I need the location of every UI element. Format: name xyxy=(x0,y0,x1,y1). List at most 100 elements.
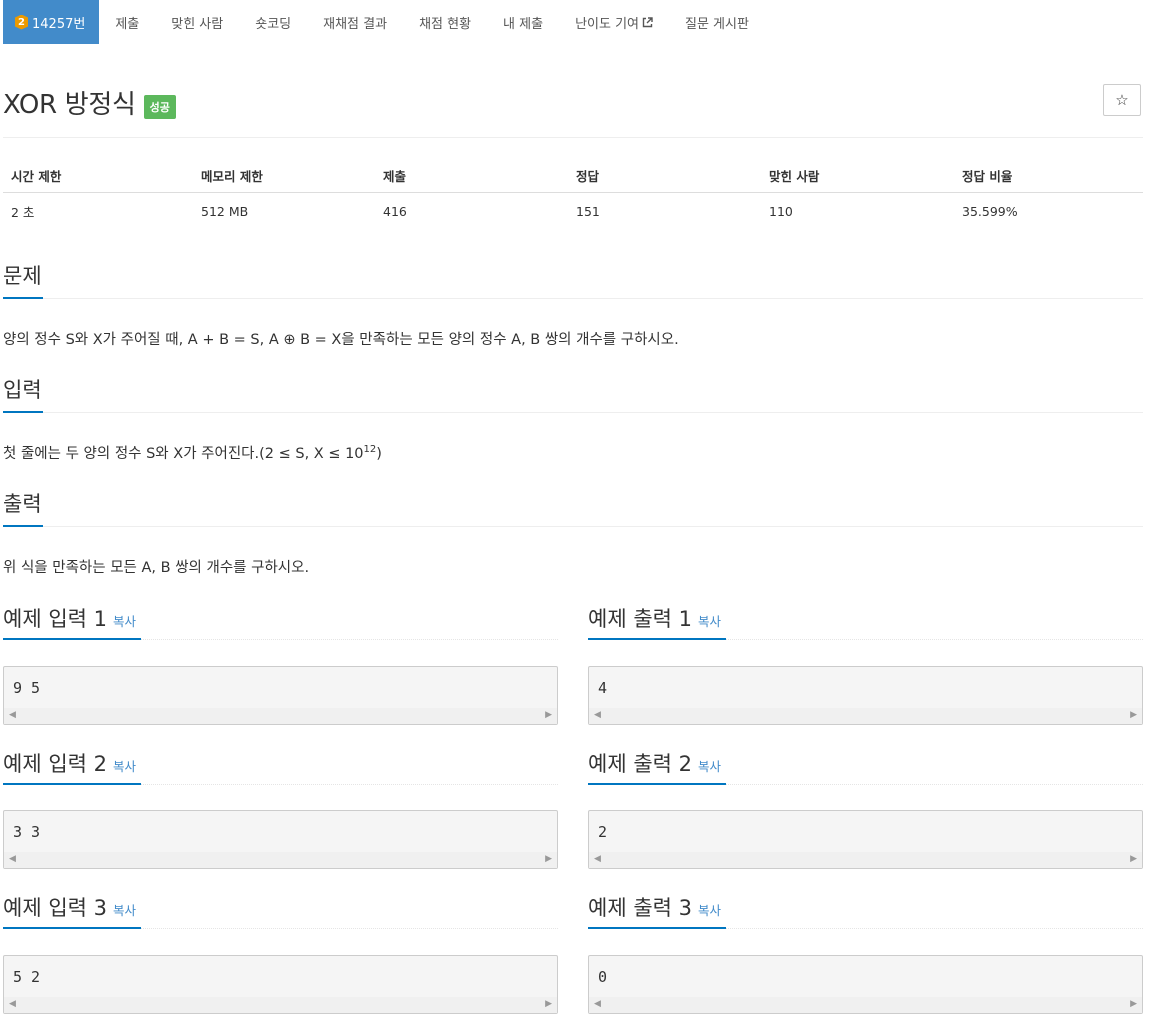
section-underline xyxy=(3,525,43,527)
sample-output-1-title: 예제 출력 1 xyxy=(588,607,692,631)
sample-input-3: 예제 입력 3 복사 5 2 ◀ ▶ xyxy=(3,893,558,1014)
section-underline xyxy=(588,638,726,640)
problem-text: 양의 정수 S와 X가 주어질 때, A + B = S, A ⊕ B = X을… xyxy=(3,332,679,348)
table-header-row: 시간 제한 메모리 제한 제출 정답 맞힌 사람 정답 비율 xyxy=(3,158,1143,193)
input-section-header: 입력 xyxy=(3,375,1143,413)
scroll-right-icon[interactable]: ▶ xyxy=(1130,854,1137,864)
star-icon: ☆ xyxy=(1115,91,1129,109)
section-underline xyxy=(3,927,141,929)
input-text: 첫 줄에는 두 양의 정수 S와 X가 주어진다.(2 ≤ S, X ≤ 101… xyxy=(3,442,1143,463)
horizontal-scrollbar[interactable]: ◀ ▶ xyxy=(589,708,1142,724)
scroll-left-icon[interactable]: ◀ xyxy=(594,999,601,1009)
sample-output-3-title: 예제 출력 3 xyxy=(588,896,692,920)
accept-ratio-value: 35.599% xyxy=(962,203,1018,219)
problem-tab-label: 14257번 xyxy=(32,16,86,32)
sample-input-2-header: 예제 입력 2 복사 xyxy=(3,749,558,785)
output-text: 위 식을 만족하는 모든 A, B 쌍의 개수를 구하시오. xyxy=(3,560,310,576)
sample-input-3-header: 예제 입력 3 복사 xyxy=(3,893,558,929)
sample-input-2: 예제 입력 2 복사 3 3 ◀ ▶ xyxy=(3,749,558,869)
title-divider xyxy=(3,137,1143,138)
sample-input-1-header: 예제 입력 1 복사 xyxy=(3,604,558,640)
sample-input-1-title: 예제 입력 1 xyxy=(3,607,107,631)
horizontal-scrollbar[interactable]: ◀ ▶ xyxy=(4,997,557,1013)
copy-button[interactable]: 복사 xyxy=(113,614,136,629)
sample-input-1-box: 9 5 ◀ ▶ xyxy=(3,666,558,725)
input-text-main: 첫 줄에는 두 양의 정수 S와 X가 주어진다.(2 ≤ S, X ≤ 10 xyxy=(3,446,364,462)
tab-difficulty-label: 난이도 기여 xyxy=(575,16,639,32)
scroll-left-icon[interactable]: ◀ xyxy=(594,710,601,720)
section-underline xyxy=(3,411,43,413)
scroll-right-icon[interactable]: ▶ xyxy=(1130,999,1137,1009)
header-accept-ratio: 정답 비율 xyxy=(954,158,1143,193)
section-underline xyxy=(3,638,141,640)
tab-difficulty-contribution[interactable]: 난이도 기여 xyxy=(559,0,669,44)
time-limit-value: 2 초 xyxy=(11,204,35,220)
sample-output-2-value: 2 xyxy=(598,823,608,841)
sample-output-2-title: 예제 출력 2 xyxy=(588,752,692,776)
favorite-button[interactable]: ☆ xyxy=(1103,84,1141,116)
tab-my-submissions[interactable]: 내 제출 xyxy=(487,0,559,44)
sample-input-2-box: 3 3 ◀ ▶ xyxy=(3,810,558,869)
tab-question-board[interactable]: 질문 게시판 xyxy=(669,0,765,44)
external-link-icon xyxy=(642,16,653,27)
scroll-left-icon[interactable]: ◀ xyxy=(9,999,16,1009)
scroll-right-icon[interactable]: ▶ xyxy=(545,710,552,720)
copy-button[interactable]: 복사 xyxy=(113,759,136,774)
problem-info-table: 시간 제한 메모리 제한 제출 정답 맞힌 사람 정답 비율 2 초 512 M… xyxy=(3,158,1143,229)
submissions-value: 416 xyxy=(383,203,407,219)
sample-output-1-value: 4 xyxy=(598,679,608,697)
header-accepted: 정답 xyxy=(568,158,761,193)
sample-output-1: 예제 출력 1 복사 4 ◀ ▶ xyxy=(588,604,1143,725)
sample-output-2-header: 예제 출력 2 복사 xyxy=(588,749,1143,785)
input-text-end: ) xyxy=(376,446,382,462)
header-submissions: 제출 xyxy=(375,158,568,193)
sample-input-3-title: 예제 입력 3 xyxy=(3,896,107,920)
scroll-left-icon[interactable]: ◀ xyxy=(9,854,16,864)
status-badge: 성공 xyxy=(143,94,176,119)
copy-button[interactable]: 복사 xyxy=(113,903,136,918)
tier-icon: 2 xyxy=(15,14,28,30)
section-underline xyxy=(588,783,726,785)
memory-limit-value: 512 MB xyxy=(201,203,249,219)
horizontal-scrollbar[interactable]: ◀ ▶ xyxy=(589,852,1142,868)
sample-output-3-box: 0 ◀ ▶ xyxy=(588,955,1143,1014)
sample-output-1-box: 4 ◀ ▶ xyxy=(588,666,1143,725)
copy-button[interactable]: 복사 xyxy=(698,903,721,918)
tab-rejudge-results[interactable]: 재채점 결과 xyxy=(307,0,403,44)
horizontal-scrollbar[interactable]: ◀ ▶ xyxy=(4,708,557,724)
output-section-title: 출력 xyxy=(3,492,42,516)
header-memory-limit: 메모리 제한 xyxy=(193,158,375,193)
tab-problem[interactable]: 2 14257번 xyxy=(3,0,100,44)
sample-output-2: 예제 출력 2 복사 2 ◀ ▶ xyxy=(588,749,1143,869)
sample-input-1-value: 9 5 xyxy=(13,679,41,697)
output-section-header: 출력 xyxy=(3,489,1143,527)
tab-submit[interactable]: 제출 xyxy=(99,0,155,44)
tab-solved-users[interactable]: 맞힌 사람 xyxy=(155,0,239,44)
tab-status[interactable]: 채점 현황 xyxy=(403,0,487,44)
horizontal-scrollbar[interactable]: ◀ ▶ xyxy=(589,997,1142,1013)
problem-nav-tabs: 2 14257번 제출 맞힌 사람 숏코딩 재채점 결과 채점 현황 내 제출 … xyxy=(3,0,765,44)
sample-input-2-value: 3 3 xyxy=(13,823,41,841)
input-section: 입력 첫 줄에는 두 양의 정수 S와 X가 주어진다.(2 ≤ S, X ≤ … xyxy=(3,375,1143,463)
scroll-left-icon[interactable]: ◀ xyxy=(9,710,16,720)
input-section-title: 입력 xyxy=(3,378,42,402)
page-title: XOR 방정식 xyxy=(3,90,136,120)
sample-input-1: 예제 입력 1 복사 9 5 ◀ ▶ xyxy=(3,604,558,725)
header-time-limit: 시간 제한 xyxy=(3,158,193,193)
scroll-right-icon[interactable]: ▶ xyxy=(545,854,552,864)
horizontal-scrollbar[interactable]: ◀ ▶ xyxy=(4,852,557,868)
copy-button[interactable]: 복사 xyxy=(698,759,721,774)
problem-section-title: 문제 xyxy=(3,264,42,288)
sample-output-2-box: 2 ◀ ▶ xyxy=(588,810,1143,869)
input-text-exponent: 12 xyxy=(363,444,377,456)
scroll-right-icon[interactable]: ▶ xyxy=(545,999,552,1009)
sample-output-1-header: 예제 출력 1 복사 xyxy=(588,604,1143,640)
sample-output-3: 예제 출력 3 복사 0 ◀ ▶ xyxy=(588,893,1143,1014)
copy-button[interactable]: 복사 xyxy=(698,614,721,629)
solved-users-value: 110 xyxy=(769,203,793,219)
section-underline xyxy=(3,297,43,299)
scroll-left-icon[interactable]: ◀ xyxy=(594,854,601,864)
scroll-right-icon[interactable]: ▶ xyxy=(1130,710,1137,720)
accepted-value: 151 xyxy=(576,203,600,219)
tab-short-coding[interactable]: 숏코딩 xyxy=(239,0,307,44)
